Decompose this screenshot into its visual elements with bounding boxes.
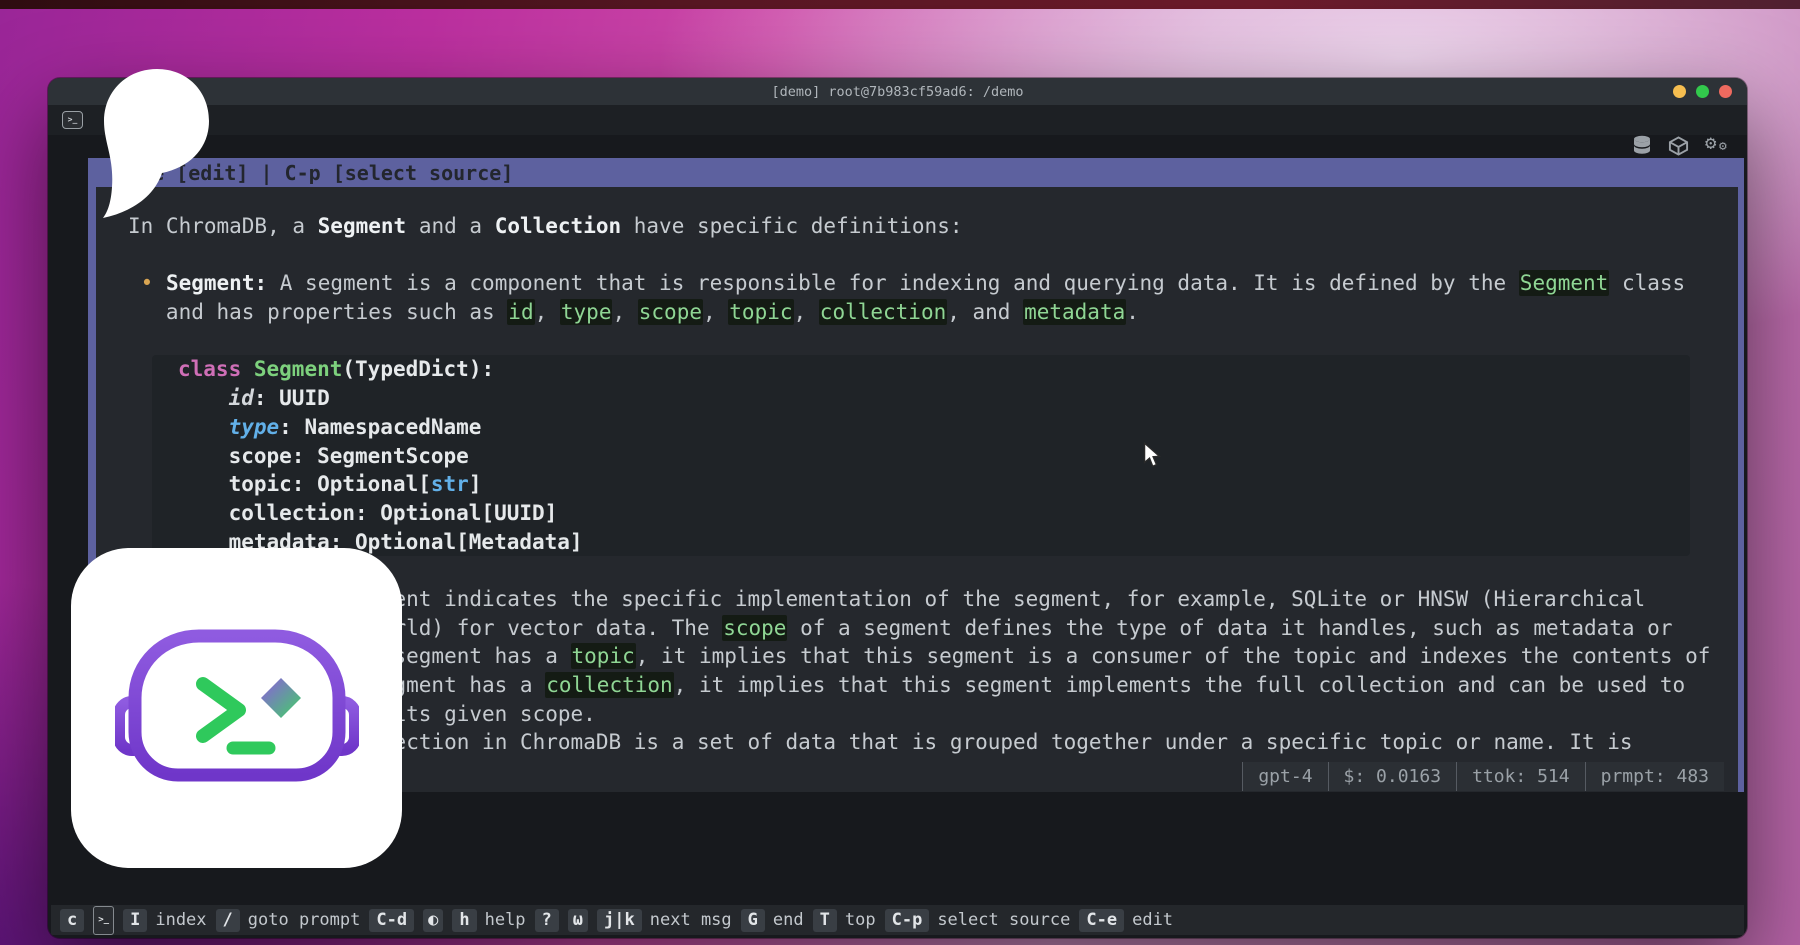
half-circle-icon[interactable]: ◐ [423, 909, 443, 932]
key-label: edit [1132, 910, 1173, 930]
white-blob-overlay [101, 69, 211, 219]
status-item: $: 0.0163 [1329, 762, 1458, 791]
message-line: type: NamespacedName [178, 413, 1690, 442]
key-label: next msg [650, 910, 732, 930]
key-label: select source [937, 910, 1070, 930]
key-badge[interactable]: I [123, 909, 147, 932]
message-line: id: UUID [178, 384, 1690, 413]
message-line: scope: SegmentScope [178, 442, 1690, 471]
key-badge[interactable]: C-d [369, 909, 414, 932]
key-badge[interactable]: G [741, 909, 765, 932]
close-button[interactable] [1719, 85, 1732, 98]
lips-icon[interactable]: ω [568, 909, 588, 932]
window-title: [demo] root@7b983cf59ad6: /demo [772, 84, 1024, 100]
footer-keybindings: c >_ Iindex / goto prompt C-d ◐ hhelp? ω j|k next … [51, 905, 1744, 935]
key-badge[interactable]: ? [535, 909, 559, 932]
key-badge[interactable]: C-p [885, 909, 930, 932]
gears-icon[interactable]: ⚙ ⚙ [1705, 134, 1735, 158]
message-line: collection: Optional[UUID] [178, 499, 1690, 528]
key-badge[interactable]: h [452, 909, 476, 932]
zoom-button[interactable] [1696, 85, 1709, 98]
message-line: class Segment(TypedDict): [178, 355, 1690, 384]
app-terminal-icon[interactable]: >_ [62, 111, 83, 129]
key-label: end [773, 910, 804, 930]
mouse-cursor [1140, 442, 1164, 468]
status-item: ttok: 514 [1457, 762, 1586, 791]
window-titlebar[interactable]: [demo] root@7b983cf59ad6: /demo [48, 78, 1747, 105]
robot-terminal-logo-icon [115, 622, 359, 794]
key-badge[interactable]: C-e [1079, 909, 1124, 932]
message-line: • Segment: A segment is a component that… [128, 269, 1738, 298]
database-icon[interactable] [1632, 135, 1652, 157]
desktop: [demo] root@7b983cf59ad6: /demo >_ ⚙ ⚙ [0, 0, 1800, 945]
key-label: top [845, 910, 876, 930]
window-toolbar: >_ ⚙ ⚙ [48, 105, 1747, 135]
key-badge[interactable]: j|k [597, 909, 642, 932]
robot-logo-card [71, 548, 402, 868]
traffic-lights [1673, 85, 1732, 98]
key-badge[interactable]: c [60, 909, 84, 932]
code-block: class Segment(TypedDict): id: UUID type:… [152, 355, 1690, 556]
model-status-bar: gpt-4$: 0.0163ttok: 514prmpt: 483 [1242, 762, 1724, 791]
key-label: help [485, 910, 526, 930]
message-line: In ChromaDB, a Segment and a Collection … [128, 212, 1738, 241]
key-badge[interactable]: / [216, 909, 240, 932]
message-line: and has properties such as id, type, sco… [128, 298, 1738, 327]
key-label: goto prompt [248, 910, 361, 930]
status-item: prmpt: 483 [1586, 762, 1724, 791]
toolbar-icons: ⚙ ⚙ [1632, 134, 1735, 158]
minimize-button[interactable] [1673, 85, 1686, 98]
key-label: index [155, 910, 206, 930]
message-line: metadata: Optional[Metadata] [178, 528, 1690, 557]
key-badge[interactable]: T [813, 909, 837, 932]
status-item: gpt-4 [1243, 762, 1328, 791]
message-header[interactable]: C-e [edit] | C-p [select source] [88, 158, 1744, 187]
message-line: topic: Optional[str] [178, 470, 1690, 499]
package-icon[interactable] [1668, 135, 1689, 157]
wallpaper-top-strip [0, 0, 1800, 9]
terminal-icon[interactable]: >_ [93, 906, 114, 935]
